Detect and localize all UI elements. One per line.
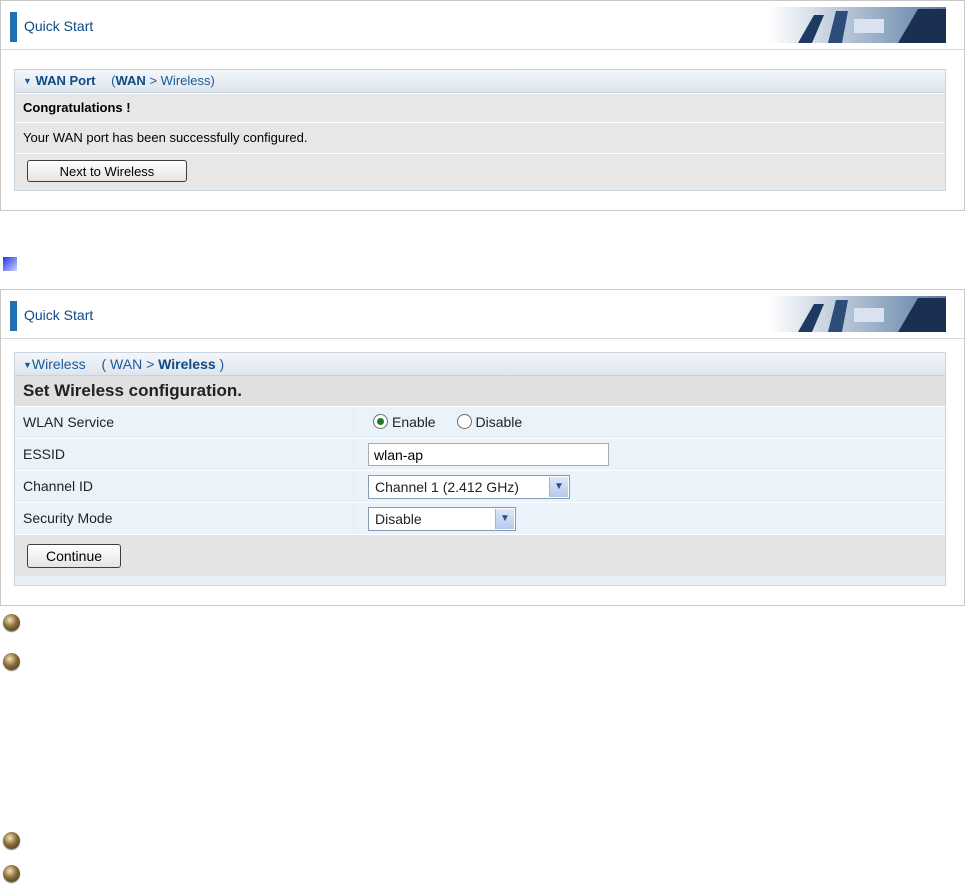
bullet-icon xyxy=(3,832,20,849)
accent-bar xyxy=(10,12,17,42)
banner-image xyxy=(768,296,946,332)
section-marker-icon xyxy=(3,257,17,271)
security-mode-label: Security Mode xyxy=(15,503,353,534)
breadcrumb-previous: WAN xyxy=(110,356,143,372)
channel-id-select[interactable]: Channel 1 (2.412 GHz) ▼ xyxy=(368,475,570,499)
wan-port-header: ▼ WAN Port (WAN > Wireless) xyxy=(15,70,945,93)
quick-start-title: Quick Start xyxy=(24,307,94,323)
bullet-icon xyxy=(3,865,20,882)
wlan-service-label: WLAN Service xyxy=(15,407,353,438)
breadcrumb-next: Wireless xyxy=(160,73,211,88)
channel-id-value-cell: Channel 1 (2.412 GHz) ▼ xyxy=(355,471,945,502)
accent-bar xyxy=(10,301,17,331)
chevron-down-icon[interactable]: ▼ xyxy=(495,509,514,529)
security-mode-row: Security Mode Disable ▼ xyxy=(15,502,945,534)
continue-button[interactable]: Continue xyxy=(27,544,121,568)
wireless-quickstart-panel: Quick Start ▼Wireless ( WAN > Wireless )… xyxy=(0,289,965,606)
essid-input[interactable] xyxy=(368,443,609,466)
wlan-service-row: WLAN Service Enable Disable xyxy=(15,406,945,438)
wan-port-box: ▼ WAN Port (WAN > Wireless) Congratulati… xyxy=(14,69,946,191)
channel-id-row: Channel ID Channel 1 (2.412 GHz) ▼ xyxy=(15,470,945,502)
disable-radio-label: Disable xyxy=(475,414,523,430)
breadcrumb: (WAN > Wireless) xyxy=(111,73,215,88)
panel-header: Quick Start xyxy=(1,1,964,50)
button-row: Next to Wireless xyxy=(15,153,945,190)
bullet-icon xyxy=(3,614,20,631)
security-mode-value-cell: Disable ▼ xyxy=(355,503,945,534)
triangle-down-icon: ▼ xyxy=(23,360,32,370)
congrats-heading: Congratulations ! xyxy=(15,93,945,122)
breadcrumb-current: WAN xyxy=(115,73,146,88)
breadcrumb-current: Wireless xyxy=(158,356,216,372)
disable-radio[interactable] xyxy=(456,414,472,429)
security-mode-select[interactable]: Disable ▼ xyxy=(368,507,516,531)
enable-radio[interactable] xyxy=(373,414,388,429)
wireless-box: ▼Wireless ( WAN > Wireless ) Set Wireles… xyxy=(14,352,946,586)
section-title: Wireless xyxy=(31,356,86,372)
continue-row: Continue xyxy=(15,534,945,576)
success-message: Your WAN port has been successfully conf… xyxy=(15,122,945,153)
chevron-down-icon[interactable]: ▼ xyxy=(549,477,568,497)
essid-label: ESSID xyxy=(15,439,353,470)
essid-row: ESSID xyxy=(15,438,945,470)
breadcrumb-separator: > xyxy=(146,356,155,372)
bullet-icon xyxy=(3,653,20,670)
security-mode-selected: Disable xyxy=(375,511,422,527)
breadcrumb-separator: > xyxy=(149,73,158,88)
triangle-down-icon: ▼ xyxy=(23,76,32,86)
wlan-service-options: Enable Disable xyxy=(355,407,945,438)
breadcrumb: ( WAN > Wireless ) xyxy=(101,356,225,372)
config-heading: Set Wireless configuration. xyxy=(15,376,945,406)
channel-id-selected: Channel 1 (2.412 GHz) xyxy=(375,479,519,495)
quick-start-title: Quick Start xyxy=(24,18,94,34)
wan-quickstart-panel: Quick Start ▼ WAN Port (WAN > Wireless) … xyxy=(0,0,965,211)
banner-image xyxy=(768,7,946,43)
wireless-header: ▼Wireless ( WAN > Wireless ) xyxy=(15,353,945,376)
section-title: WAN Port xyxy=(35,73,96,88)
essid-value-cell xyxy=(355,439,945,470)
channel-id-label: Channel ID xyxy=(15,471,353,502)
enable-radio-label: Enable xyxy=(392,414,436,430)
panel-header: Quick Start xyxy=(1,290,964,339)
next-to-wireless-button[interactable]: Next to Wireless xyxy=(27,160,187,182)
